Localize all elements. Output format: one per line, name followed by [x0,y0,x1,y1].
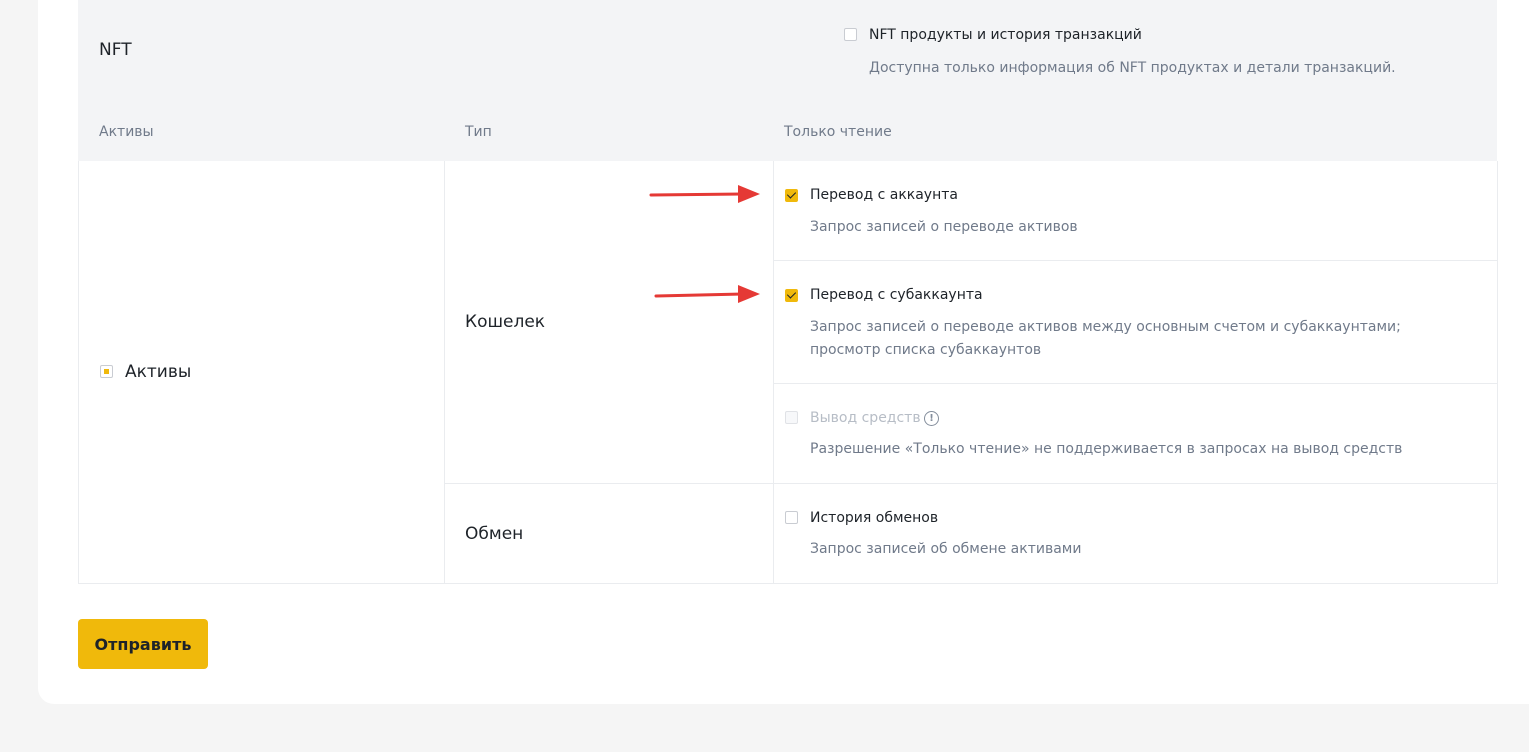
withdrawal-desc: Разрешение «Только чтение» не поддержива… [810,441,1403,457]
row-divider-2 [773,383,1497,384]
table-border-left [78,161,79,584]
subaccount-transfer-label: Перевод с субаккаунта [810,287,983,303]
info-icon[interactable]: ! [924,411,939,426]
withdrawal-checkbox [785,411,798,424]
type-exchange: Обмен [465,524,524,544]
submit-button[interactable]: Отправить [78,619,208,669]
nft-option-desc: Доступна только информация об NFT продук… [869,60,1396,76]
nft-checkbox[interactable] [844,28,857,41]
subaccount-transfer-desc: Запрос записей о переводе активов между … [810,319,1401,358]
table-border-bottom [78,583,1498,584]
withdrawal-label: Вывод средств [810,410,921,426]
column-divider-1 [444,161,445,584]
exchange-history-checkbox[interactable] [785,511,798,524]
red-arrow-icon [649,185,760,203]
header-type: Тип [465,124,492,140]
row-divider-3 [444,483,1497,484]
nft-option-label: NFT продукты и история транзакций [869,27,1142,43]
column-divider-2 [773,161,774,584]
assets-group-checkbox[interactable] [100,365,113,378]
exchange-history-label: История обменов [810,510,939,526]
table-border-right [1497,161,1498,584]
account-transfer-checkbox[interactable] [785,189,798,202]
account-transfer-label: Перевод с аккаунта [810,187,958,203]
account-transfer-desc: Запрос записей о переводе активов [810,219,1078,235]
header-readonly: Только чтение [784,124,892,140]
row-divider-1 [773,260,1497,261]
red-arrow-icon [654,285,760,303]
header-assets: Активы [99,124,154,140]
nft-title: NFT [99,40,132,60]
exchange-history-desc: Запрос записей об обмене активами [810,541,1082,557]
assets-group-label: Активы [125,362,192,382]
type-wallet: Кошелек [465,312,546,332]
subaccount-transfer-checkbox[interactable] [785,289,798,302]
